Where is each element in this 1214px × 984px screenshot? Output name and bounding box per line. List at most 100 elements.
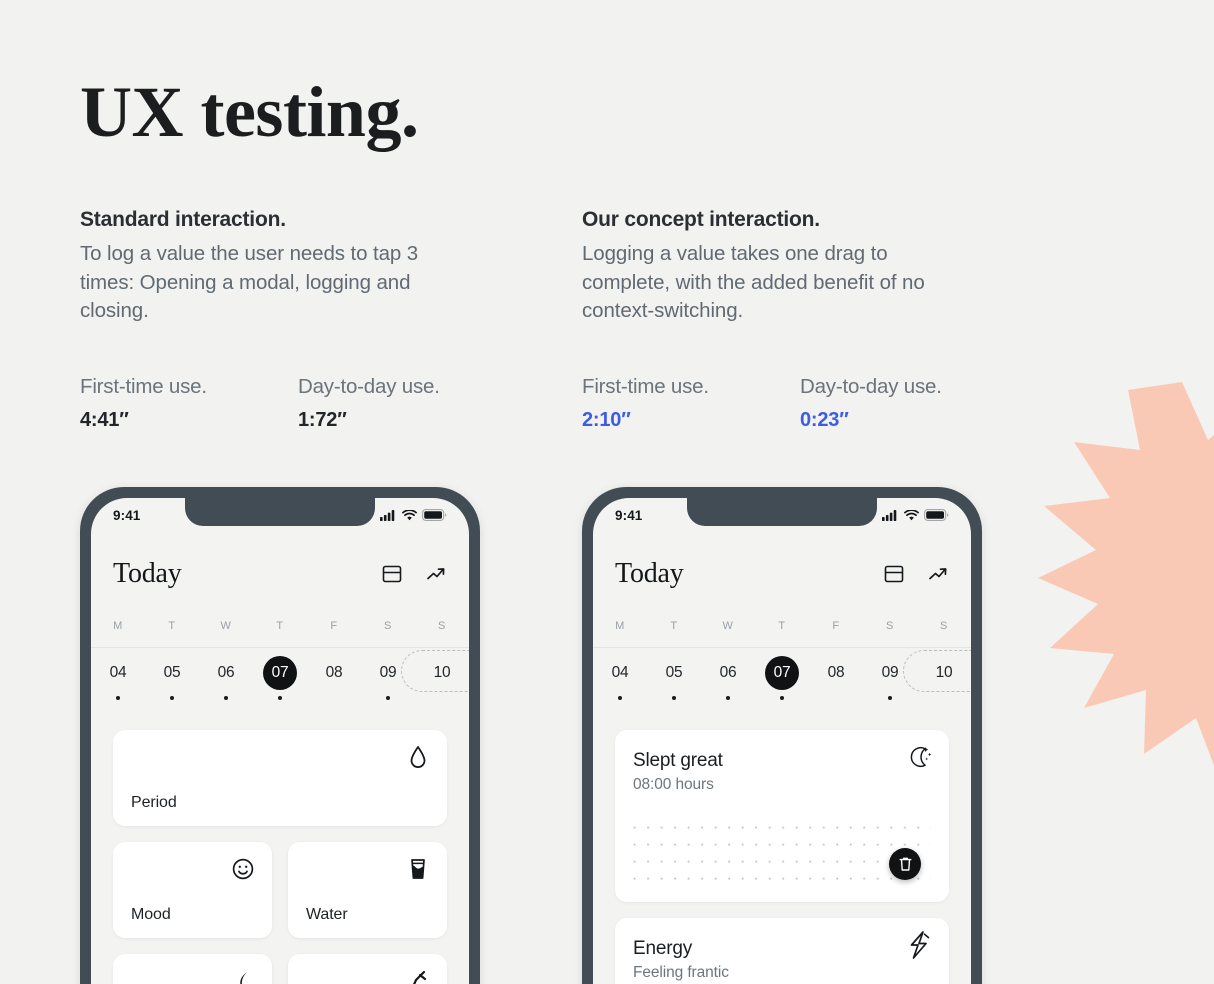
- stat-label: First-time use.: [80, 375, 207, 398]
- date-dot: [278, 696, 282, 700]
- logged-entry-heading: Slept great: [633, 750, 723, 771]
- stat-label: Day-to-day use.: [800, 375, 942, 398]
- water-glass-icon: [405, 856, 431, 882]
- status-time: 9:41: [113, 507, 141, 523]
- date-cell[interactable]: 06: [199, 656, 253, 712]
- date-dot: [116, 696, 120, 700]
- calendar-view-icon[interactable]: [381, 563, 403, 585]
- weekday-label: M: [113, 620, 123, 632]
- date-range-selection[interactable]: [401, 650, 469, 692]
- date-dot: [672, 696, 676, 700]
- phone-screen: 9:41 Today M T W T F S S 04 05 06 07 08 …: [593, 498, 971, 984]
- drag-dot-grid: [633, 826, 931, 894]
- trending-up-icon[interactable]: [425, 563, 447, 585]
- stat-value: 0:23″: [800, 409, 849, 431]
- phone-mockup-concept: 9:41 Today M T W T F S S 04 05 06 07 08 …: [582, 487, 982, 984]
- tracker-card-row: [113, 954, 447, 984]
- calendar-view-icon[interactable]: [883, 563, 905, 585]
- date-cell[interactable]: 06: [701, 656, 755, 712]
- page-title: UX testing.: [80, 72, 419, 152]
- stat-label: First-time use.: [582, 375, 709, 398]
- column-standard: Standard interaction. To log a value the…: [80, 208, 480, 326]
- phone-screen: 9:41 Today M T W T F S S 04 05 06 07 08 …: [91, 498, 469, 984]
- battery-icon: [422, 509, 447, 521]
- date-dot: [726, 696, 730, 700]
- stat-value: 2:10″: [582, 409, 631, 431]
- date-dot: [618, 696, 622, 700]
- logged-entry-sub: Feeling frantic: [633, 964, 729, 981]
- tracker-card-water[interactable]: Water: [288, 842, 447, 938]
- page-root: UX testing. Standard interaction. To log…: [0, 0, 1214, 984]
- date-cell-selected[interactable]: 07: [755, 656, 809, 712]
- date-dot: [170, 696, 174, 700]
- drag-handle-delete[interactable]: [889, 848, 921, 880]
- date-dot: [942, 696, 946, 700]
- logged-entry-energy[interactable]: Energy Feeling frantic: [615, 918, 949, 984]
- date-cell-selected[interactable]: 07: [253, 656, 307, 712]
- weekday-label: S: [438, 620, 446, 632]
- date-dot: [834, 696, 838, 700]
- wifi-icon: [402, 509, 417, 520]
- date-number: 05: [665, 664, 683, 681]
- date-number: 09: [379, 664, 397, 681]
- tracker-card-mood[interactable]: Mood: [113, 842, 272, 938]
- weekday-label: T: [168, 620, 176, 632]
- date-number: 09: [881, 664, 899, 681]
- tracker-card-row: Mood Water: [113, 842, 447, 938]
- status-bar: 9:41: [593, 498, 971, 532]
- date-cell[interactable]: 05: [145, 656, 199, 712]
- tracker-card-activity[interactable]: [288, 954, 447, 984]
- tracker-card-label: Period: [131, 794, 177, 811]
- stat-label: Day-to-day use.: [298, 375, 440, 398]
- date-number: 06: [719, 664, 737, 681]
- date-dot: [386, 696, 390, 700]
- column-body: To log a value the user needs to tap 3 t…: [80, 242, 419, 322]
- logged-entry-list: Slept great 08:00 hours Energy Feeling f…: [615, 730, 949, 984]
- screen-title: Today: [615, 558, 684, 589]
- weekday-label: S: [886, 620, 894, 632]
- date-cell[interactable]: 05: [647, 656, 701, 712]
- date-number: 04: [109, 664, 127, 681]
- column-concept: Our concept interaction. Logging a value…: [582, 208, 982, 326]
- screen-header: Today: [593, 550, 971, 598]
- date-cell[interactable]: 04: [91, 656, 145, 712]
- stat-first-time-use: First-time use. 4:41″: [80, 375, 298, 432]
- date-number: 05: [163, 664, 181, 681]
- date-cell[interactable]: 08: [307, 656, 361, 712]
- date-dot: [780, 696, 784, 700]
- date-cell[interactable]: 08: [809, 656, 863, 712]
- status-time: 9:41: [615, 507, 643, 523]
- phone-mockup-standard: 9:41 Today M T W T F S S 04 05 06 07 08 …: [80, 487, 480, 984]
- logged-entry-sub: 08:00 hours: [633, 776, 714, 793]
- trash-icon: [899, 857, 911, 871]
- date-dot: [224, 696, 228, 700]
- smiley-icon: [230, 856, 256, 882]
- stat-value: 1:72″: [298, 409, 347, 431]
- weekday-strip: M T W T F S S: [91, 620, 469, 648]
- screen-title: Today: [113, 558, 182, 589]
- logged-entry-sleep[interactable]: Slept great 08:00 hours: [615, 730, 949, 902]
- tracker-card-period[interactable]: Period: [113, 730, 447, 826]
- wifi-icon: [904, 509, 919, 520]
- date-number: 07: [263, 656, 297, 690]
- moon-sparkle-icon: [907, 744, 933, 770]
- weekday-label: T: [778, 620, 786, 632]
- tracker-card-label: Mood: [131, 906, 171, 923]
- date-range-selection[interactable]: [903, 650, 971, 692]
- column-body: Logging a value takes one drag to comple…: [582, 242, 925, 322]
- weekday-label: W: [722, 620, 734, 632]
- screen-header: Today: [91, 550, 469, 598]
- date-number: 08: [325, 664, 343, 681]
- weekday-label: S: [940, 620, 948, 632]
- date-cell[interactable]: 04: [593, 656, 647, 712]
- tracker-card-sleep[interactable]: [113, 954, 272, 984]
- trending-up-icon[interactable]: [927, 563, 949, 585]
- date-dot: [888, 696, 892, 700]
- moon-icon: [230, 968, 256, 984]
- stats-concept: First-time use. 2:10″ Day-to-day use. 0:…: [582, 375, 1018, 432]
- droplet-icon: [405, 744, 431, 770]
- weekday-label: T: [276, 620, 284, 632]
- lightning-bolt-icon: [907, 931, 933, 959]
- column-title: Our concept interaction.: [582, 208, 820, 231]
- tracker-card-label: Water: [306, 906, 348, 923]
